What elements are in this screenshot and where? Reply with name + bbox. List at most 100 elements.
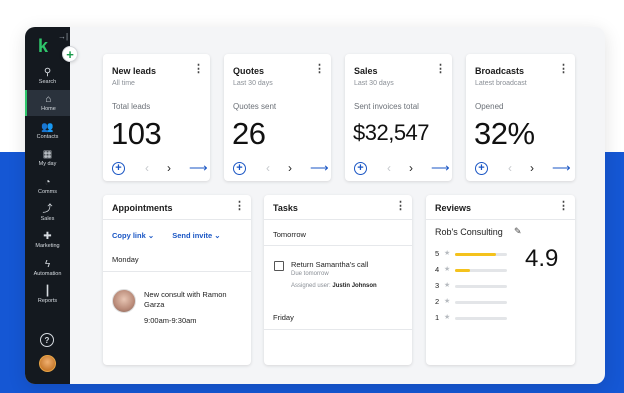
broadcasts-card: Broadcasts ⋮ Latest broadcast Opened 32%… (466, 54, 575, 181)
more-menu-icon[interactable]: ⋮ (558, 64, 569, 75)
send-invite-button[interactable]: Send invite ⌄ (172, 231, 220, 240)
star-count: 3 (435, 281, 440, 290)
more-menu-icon[interactable]: ⋮ (314, 64, 325, 75)
chevron-right-icon[interactable]: › (288, 162, 292, 175)
card-subtitle: Last 30 days (354, 80, 394, 87)
nav-item-reports[interactable]: ┃ Reports (25, 282, 70, 308)
star-count: 4 (435, 265, 440, 274)
task-assignee: Assigned user: Justin Johnson (291, 283, 377, 289)
rating-row: 2 ★ (435, 297, 515, 307)
home-icon: ⌂ (45, 94, 52, 105)
card-title: Quotes (233, 66, 265, 76)
appointment-title[interactable]: New consult with Ramon Garza (144, 290, 244, 310)
task-checkbox[interactable] (274, 261, 284, 271)
rating-row: 5 ★ (435, 249, 515, 259)
star-count: 2 (435, 297, 440, 306)
copy-link-button[interactable]: Copy link ⌄ (112, 231, 154, 240)
chevron-left-icon[interactable]: ‹ (387, 162, 391, 175)
divider (103, 219, 251, 220)
chevron-right-icon[interactable]: › (530, 162, 534, 175)
chat-icon: ◔ (44, 177, 51, 188)
nav-item-comms[interactable]: ◔ Comms (25, 173, 70, 199)
metric-value: 26 (232, 116, 266, 151)
arrow-right-icon[interactable]: ⟶ (310, 161, 329, 175)
star-icon: ★ (444, 298, 451, 305)
day-heading: Monday (112, 255, 139, 264)
add-quote-button[interactable]: + (233, 162, 246, 175)
contacts-icon: 👥 (41, 122, 54, 133)
app-window: k →| ⚲ Search ⌂ Home 👥 Contacts ▦ My day… (25, 27, 605, 384)
nav-label-search: Search (38, 79, 57, 85)
star-icon: ★ (444, 250, 451, 257)
collapse-sidebar-icon[interactable]: →| (58, 32, 68, 41)
star-count: 5 (435, 249, 440, 258)
add-broadcast-button[interactable]: + (475, 162, 488, 175)
quotes-card: Quotes ⋮ Last 30 days Quotes sent 26 + ‹… (224, 54, 331, 181)
chevron-right-icon[interactable]: › (409, 162, 413, 175)
metric-value: $32,547 (353, 120, 430, 145)
rating-bar (455, 317, 507, 320)
assignee-name: Justin Johnson (332, 283, 377, 289)
appointment-links: Copy link ⌄ Send invite ⌄ (112, 231, 237, 240)
help-icon[interactable]: ? (40, 333, 54, 347)
metric-label: Total leads (112, 102, 151, 111)
metric-value: 103 (111, 116, 162, 151)
star-icon: ★ (444, 266, 451, 273)
nav-item-home[interactable]: ⌂ Home (25, 90, 70, 116)
star-icon: ★ (444, 314, 451, 321)
appointment-time: 9:00am-9:30am (144, 316, 197, 325)
card-actions: + ‹ › ⟶ (475, 161, 571, 176)
star-count: 1 (435, 313, 440, 322)
more-menu-icon[interactable]: ⋮ (395, 201, 406, 212)
nav-item-contacts[interactable]: 👥 Contacts (25, 118, 70, 144)
edit-icon[interactable]: ✎ (514, 226, 522, 237)
nav-label-marketing: Marketing (35, 243, 60, 249)
card-subtitle: Latest broadcast (475, 80, 527, 87)
more-menu-icon[interactable]: ⋮ (234, 201, 245, 212)
more-menu-icon[interactable]: ⋮ (193, 64, 204, 75)
user-avatar[interactable] (39, 355, 56, 372)
sales-icon: ⤴ (42, 204, 53, 215)
add-lead-button[interactable]: + (112, 162, 125, 175)
metric-label: Opened (475, 102, 504, 111)
more-menu-icon[interactable]: ⋮ (558, 201, 569, 212)
card-title: Tasks (273, 203, 298, 213)
nav-item-sales[interactable]: ⤴ Sales (25, 200, 70, 226)
task-title[interactable]: Return Samantha's call (291, 260, 368, 269)
arrow-right-icon[interactable]: ⟶ (189, 161, 208, 175)
card-subtitle: Last 30 days (233, 80, 273, 87)
nav-label-comms: Comms (38, 189, 57, 195)
nav-label-contacts: Contacts (36, 134, 59, 140)
quick-add-button[interactable]: + (62, 46, 78, 62)
chart-icon: ┃ (44, 286, 51, 297)
nav-item-my-day[interactable]: ▦ My day (25, 145, 70, 171)
more-menu-icon[interactable]: ⋮ (435, 64, 446, 75)
megaphone-icon: ✚ (43, 231, 52, 242)
rating-row: 1 ★ (435, 313, 515, 323)
chevron-left-icon[interactable]: ‹ (508, 162, 512, 175)
metric-label: Quotes sent (233, 102, 277, 111)
rating-bar (455, 269, 507, 272)
card-actions: + ‹ › ⟶ (233, 161, 329, 176)
card-title: Sales (354, 66, 378, 76)
star-icon: ★ (444, 282, 451, 289)
chevron-right-icon[interactable]: › (167, 162, 171, 175)
nav-item-search[interactable]: ⚲ Search (25, 63, 70, 89)
bolt-icon: ϟ (44, 259, 51, 270)
friday-heading: Friday (273, 313, 294, 322)
nav-item-marketing[interactable]: ✚ Marketing (25, 227, 70, 253)
chevron-left-icon[interactable]: ‹ (145, 162, 149, 175)
card-title: Appointments (112, 203, 173, 213)
add-sale-button[interactable]: + (354, 162, 367, 175)
card-title: Broadcasts (475, 66, 525, 76)
sidebar: k →| ⚲ Search ⌂ Home 👥 Contacts ▦ My day… (25, 27, 70, 384)
nav-label-home: Home (41, 106, 56, 112)
card-actions: + ‹ › ⟶ (112, 161, 208, 176)
arrow-right-icon[interactable]: ⟶ (552, 161, 571, 175)
card-actions: + ‹ › ⟶ (354, 161, 450, 176)
arrow-right-icon[interactable]: ⟶ (431, 161, 450, 175)
rating-row: 4 ★ (435, 265, 515, 275)
nav-item-automation[interactable]: ϟ Automation (25, 255, 70, 281)
divider (426, 219, 575, 220)
chevron-left-icon[interactable]: ‹ (266, 162, 270, 175)
